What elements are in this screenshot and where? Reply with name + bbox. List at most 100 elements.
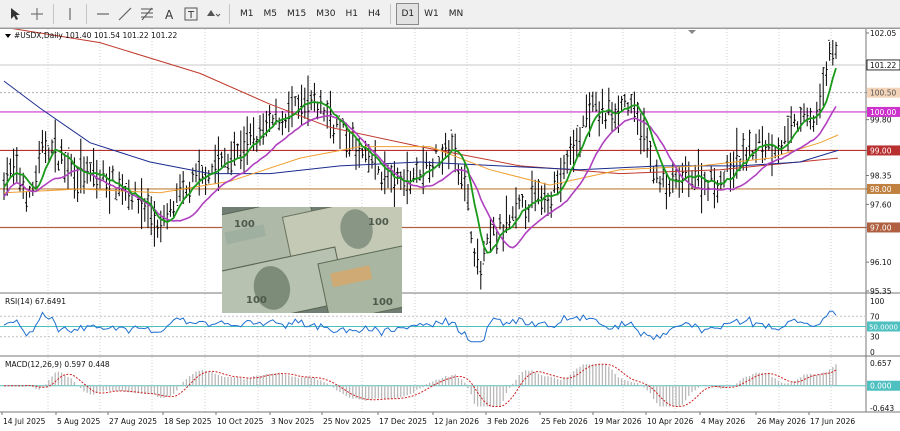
price-bar[interactable] (585, 94, 588, 128)
price-bar[interactable] (293, 96, 297, 107)
price-bar[interactable] (165, 203, 169, 230)
price-bar[interactable] (66, 147, 70, 189)
price-bar[interactable] (25, 190, 28, 212)
price-bar[interactable] (783, 126, 787, 145)
price-bar[interactable] (815, 101, 819, 126)
timeframe-d1-button[interactable]: D1 (396, 2, 420, 25)
vertical-line-tool-button[interactable] (59, 3, 81, 25)
price-bar[interactable] (284, 113, 287, 129)
price-bar[interactable] (85, 156, 89, 184)
price-bar[interactable] (610, 101, 614, 132)
timeframe-m30-button[interactable]: M30 (311, 3, 340, 25)
crosshair-tool-button[interactable] (26, 3, 48, 25)
price-bar[interactable] (140, 178, 143, 230)
price-bar[interactable] (729, 152, 732, 192)
price-bar[interactable] (597, 101, 601, 137)
timeframe-mn-button[interactable]: MN (444, 3, 469, 25)
price-bar[interactable] (757, 129, 761, 144)
price-bar[interactable] (79, 138, 83, 194)
timeframe-m15-button[interactable]: M15 (282, 3, 311, 25)
price-bar[interactable] (373, 140, 377, 180)
price-bar[interactable] (479, 260, 483, 290)
price-bar[interactable] (457, 164, 460, 185)
chart-window[interactable]: 102.05 100.50 100.0099.80 99.00 98.35 98.00 97… (0, 26, 900, 431)
horizontal-line-tool-button[interactable] (92, 3, 114, 25)
price-bar[interactable] (821, 67, 825, 106)
cursor-tool-button[interactable] (4, 3, 26, 25)
price-bar[interactable] (594, 91, 598, 112)
price-bar[interactable] (137, 197, 140, 214)
price-bar[interactable] (175, 183, 179, 207)
shapes-dropdown-tool-button[interactable] (202, 3, 224, 25)
price-bar[interactable] (489, 218, 492, 252)
price-bar[interactable] (37, 140, 41, 174)
price-bar[interactable] (57, 160, 60, 171)
price-bar[interactable] (469, 231, 473, 244)
price-bar[interactable] (450, 129, 454, 152)
price-bar[interactable] (665, 171, 668, 210)
price-bar[interactable] (517, 194, 521, 210)
price-bar[interactable] (722, 170, 726, 188)
shift-marker-icon[interactable] (688, 30, 696, 34)
price-bar[interactable] (652, 166, 655, 184)
price-bar[interactable] (668, 177, 671, 197)
price-bar[interactable] (377, 166, 380, 175)
price-bar[interactable] (169, 199, 172, 217)
price-bar[interactable] (476, 238, 479, 275)
price-bar[interactable] (63, 151, 67, 183)
timeframe-h4-button[interactable]: H4 (363, 3, 386, 25)
price-bar[interactable] (162, 204, 166, 227)
price-bar[interactable] (834, 41, 838, 59)
price-bar[interactable] (12, 148, 15, 185)
price-bar[interactable] (655, 159, 659, 184)
price-bar[interactable] (623, 93, 627, 108)
price-bar[interactable] (719, 171, 723, 190)
text-tool-button[interactable]: A (158, 3, 180, 25)
price-bar[interactable] (649, 140, 652, 172)
price-bar[interactable] (201, 164, 204, 184)
price-bar[interactable] (89, 162, 92, 182)
price-bar[interactable] (239, 130, 243, 170)
price-bar[interactable] (511, 206, 515, 221)
price-bar[interactable] (533, 179, 537, 212)
price-bar[interactable] (370, 153, 374, 169)
price-bar[interactable] (485, 233, 489, 245)
price-bar[interactable] (425, 151, 428, 169)
price-bar[interactable] (559, 157, 563, 203)
price-bar[interactable] (316, 101, 319, 120)
price-bar[interactable] (473, 248, 476, 267)
price-bar[interactable] (562, 154, 566, 180)
timeframe-m1-button[interactable]: M1 (235, 3, 259, 25)
price-bar[interactable] (575, 125, 579, 157)
price-bar[interactable] (18, 167, 22, 192)
price-bar[interactable] (658, 175, 662, 193)
price-bar[interactable] (732, 151, 735, 189)
price-bar[interactable] (393, 161, 396, 214)
price-bar[interactable] (521, 194, 524, 208)
price-bar[interactable] (418, 169, 422, 181)
price-bar[interactable] (613, 103, 617, 131)
price-bar[interactable] (405, 151, 409, 205)
price-bar[interactable] (601, 88, 604, 125)
price-bar[interactable] (604, 112, 607, 129)
price-bar[interactable] (402, 169, 406, 197)
price-bar[interactable] (754, 133, 758, 163)
chart-canvas[interactable]: 102.05 100.50 100.0099.80 99.00 98.35 98.00 97… (0, 26, 900, 431)
timeframe-w1-button[interactable]: W1 (419, 3, 444, 25)
price-bar[interactable] (300, 84, 303, 126)
header-dropdown-icon[interactable] (5, 34, 11, 38)
price-bar[interactable] (629, 93, 633, 114)
price-bar[interactable] (805, 107, 809, 127)
price-bar[interactable] (194, 163, 198, 183)
price-bar[interactable] (767, 132, 771, 151)
price-bar[interactable] (41, 129, 44, 153)
price-bar[interactable] (261, 113, 265, 145)
price-bar[interactable] (361, 148, 364, 159)
price-bar[interactable] (111, 165, 115, 182)
price-bar[interactable] (130, 195, 134, 210)
timeframe-m5-button[interactable]: M5 (259, 3, 283, 25)
price-bar[interactable] (277, 117, 281, 131)
price-bar[interactable] (524, 200, 527, 230)
timeframe-h1-button[interactable]: H1 (340, 3, 363, 25)
price-bar[interactable] (82, 156, 86, 194)
